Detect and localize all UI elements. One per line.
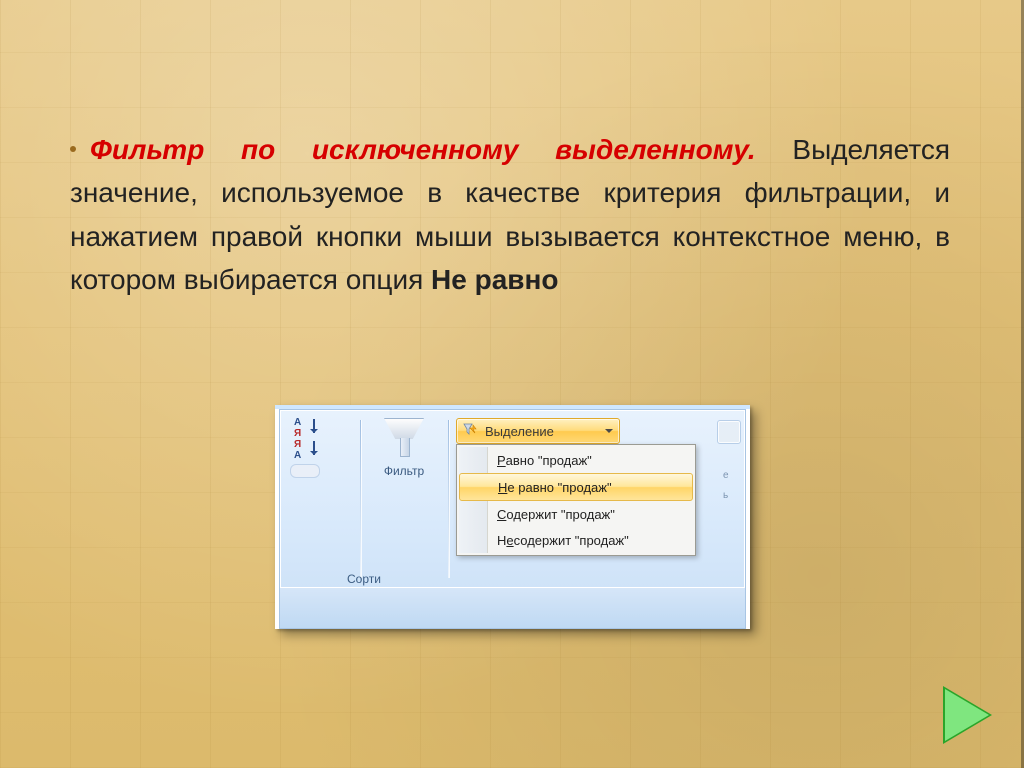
sort-ascending-button[interactable]: АЯ (290, 418, 352, 438)
ribbon-area: АЯ ЯА Фильтр В (279, 409, 746, 589)
sort-desc-icon: ЯА (294, 441, 314, 459)
menu-item-not-equals[interactable]: Не равно "продаж" (459, 473, 693, 501)
embedded-ribbon-screenshot: АЯ ЯА Фильтр В (275, 405, 750, 629)
sort-column: АЯ ЯА (290, 418, 352, 478)
right-fragment-text-1: е (723, 470, 741, 482)
selection-dropdown-menu: Равно "продаж" Не равно "продаж" Содержи… (456, 444, 696, 556)
group-label-sort: Сорти (280, 572, 448, 586)
paragraph-option-bold: Не равно (431, 264, 558, 295)
ghost-icon (717, 420, 741, 444)
sort-descending-button[interactable]: ЯА (290, 440, 352, 460)
sort-asc-icon: АЯ (294, 419, 314, 437)
chevron-down-icon (605, 429, 613, 437)
selection-bolt-funnel-icon (463, 423, 479, 439)
funnel-icon (382, 416, 426, 460)
right-fragment-text-2: ь (723, 490, 741, 502)
menu-item-not-contains[interactable]: Не содержит "продаж" (459, 527, 693, 553)
ribbon-bottom-strip (279, 588, 746, 629)
slide-background (0, 0, 1024, 768)
filter-button-label: Фильтр (368, 464, 440, 478)
clear-sort-button[interactable] (290, 464, 320, 478)
group-separator (448, 420, 449, 578)
menu-item-equals[interactable]: Равно "продаж" (459, 447, 693, 473)
filter-button[interactable]: Фильтр (368, 416, 440, 478)
group-separator (360, 420, 361, 578)
right-edge-fragment: е ь (715, 410, 745, 588)
play-triangle-icon (945, 689, 989, 741)
next-slide-button[interactable] (936, 684, 998, 746)
menu-item-contains[interactable]: Содержит "продаж" (459, 501, 693, 527)
body-paragraph: Фильтр по исключенному выделенному. Выде… (70, 128, 950, 302)
paragraph-title: Фильтр по исключенному выделенному. (90, 134, 756, 165)
selection-split-button[interactable]: Выделение (456, 418, 620, 444)
selection-button-label: Выделение (485, 424, 554, 439)
bullet-icon (70, 146, 76, 152)
